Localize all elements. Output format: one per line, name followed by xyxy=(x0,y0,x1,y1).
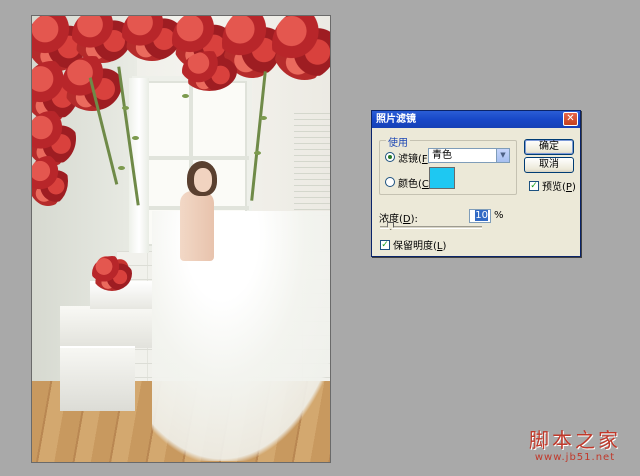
chevron-down-icon[interactable]: ▼ xyxy=(496,149,509,162)
filter-select[interactable]: 青色 ▼ xyxy=(428,148,510,163)
dialog-titlebar[interactable]: 照片滤镜 ✕ xyxy=(372,111,580,128)
photo-window-bar xyxy=(137,156,249,160)
dialog-title: 照片滤镜 xyxy=(376,114,416,125)
color-swatch[interactable] xyxy=(429,167,455,189)
photo-step xyxy=(60,306,155,348)
photo-leaf xyxy=(260,116,267,120)
photo-leaf xyxy=(122,106,129,110)
preserve-luminosity-label: 保留明度(L) xyxy=(393,241,447,252)
photo-filter-dialog: 照片滤镜 ✕ 使用 滤镜(F): 青色 ▼ 颜色(C): 确定 取消 ✓ 预览(… xyxy=(371,110,581,257)
photo-step xyxy=(60,346,135,411)
watermark-logo: 脚本之家 xyxy=(529,428,621,452)
watermark: 脚本之家 www.jb51.net xyxy=(516,428,634,463)
density-row: 浓度(D): 10 % xyxy=(379,208,575,225)
cancel-button[interactable]: 取消 xyxy=(524,157,574,173)
watermark-url: www.jb51.net xyxy=(534,452,616,463)
photo-wedding-dress xyxy=(152,211,330,461)
photo-bride-face xyxy=(194,168,212,192)
photo-wall-script xyxy=(294,111,330,221)
preserve-luminosity-row[interactable]: ✓ 保留明度(L) xyxy=(380,237,446,252)
ok-button[interactable]: 确定 xyxy=(524,139,574,155)
density-input[interactable]: 10 xyxy=(469,209,491,223)
density-unit: % xyxy=(494,210,504,221)
close-icon: ✕ xyxy=(566,113,575,124)
photo-canvas xyxy=(31,15,331,463)
filter-radio[interactable] xyxy=(385,152,395,162)
preview-checkbox-row[interactable]: ✓ 预览(P) xyxy=(529,178,576,193)
density-slider-track[interactable] xyxy=(380,226,482,229)
photo-leaf xyxy=(182,94,189,98)
photo-leaf xyxy=(254,151,261,155)
density-label: 浓度(D): xyxy=(379,214,418,225)
preview-label: 预览(P) xyxy=(542,182,576,193)
use-group-label: 使用 xyxy=(386,134,410,149)
color-radio[interactable] xyxy=(385,177,395,187)
preserve-luminosity-checkbox[interactable]: ✓ xyxy=(380,239,390,250)
photo-roses xyxy=(92,256,132,291)
preview-checkbox[interactable]: ✓ xyxy=(529,180,539,191)
close-button[interactable]: ✕ xyxy=(563,112,578,126)
photo-leaf xyxy=(118,166,125,170)
photo-bride xyxy=(180,191,214,261)
photo-roses xyxy=(182,51,237,91)
photo-leaf xyxy=(132,136,139,140)
filter-select-value: 青色 xyxy=(432,150,452,161)
